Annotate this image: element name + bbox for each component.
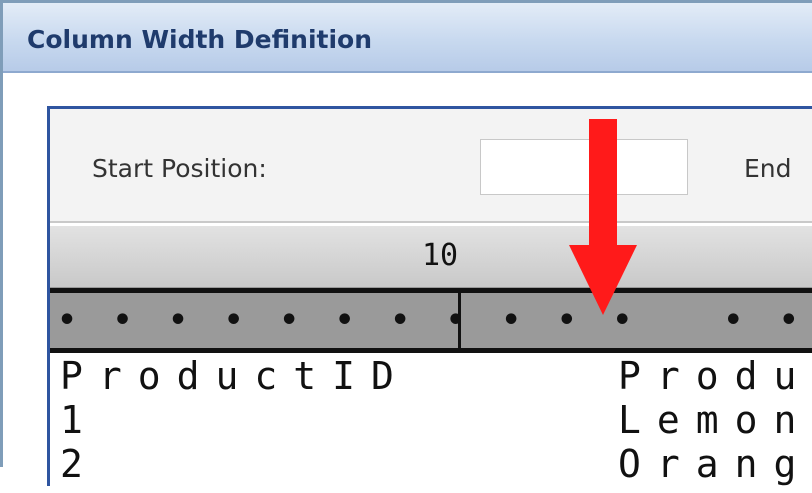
header-cell-productid: ProductID: [60, 354, 410, 398]
title-bar: Column Width Definition: [3, 3, 812, 73]
data-row: 2 Orang: [50, 441, 812, 487]
down-arrow-icon: [569, 119, 637, 315]
data-cell: Lemon: [618, 398, 812, 442]
data-cell: 2: [60, 442, 99, 486]
data-cell: 1: [60, 398, 99, 442]
ruler-dots: • • • • • • • • • • • • • • • • • • • • …: [58, 303, 808, 338]
window-title: Column Width Definition: [27, 25, 373, 54]
data-preview: ProductID Produ 1 Lemon 2 Orang: [50, 353, 812, 493]
header-row: ProductID Produ: [50, 353, 812, 399]
end-position-label: End: [744, 154, 792, 183]
column-divider[interactable]: [458, 293, 461, 348]
column-width-definition-window: Column Width Definition Start Position: …: [0, 0, 812, 493]
header-cell-product: Produ: [618, 354, 812, 398]
ruler-number-row: 10: [50, 226, 812, 288]
definition-panel: Start Position: End 10 • • • • • • • • •…: [47, 106, 812, 493]
ruler-tick-label: 10: [422, 238, 459, 273]
data-cell: Orang: [618, 442, 812, 486]
column-ruler[interactable]: • • • • • • • • • • • • • • • • • • • • …: [50, 288, 812, 353]
data-row: 1 Lemon: [50, 397, 812, 443]
position-toolbar: Start Position: End: [50, 109, 812, 223]
start-position-label: Start Position:: [92, 154, 267, 183]
